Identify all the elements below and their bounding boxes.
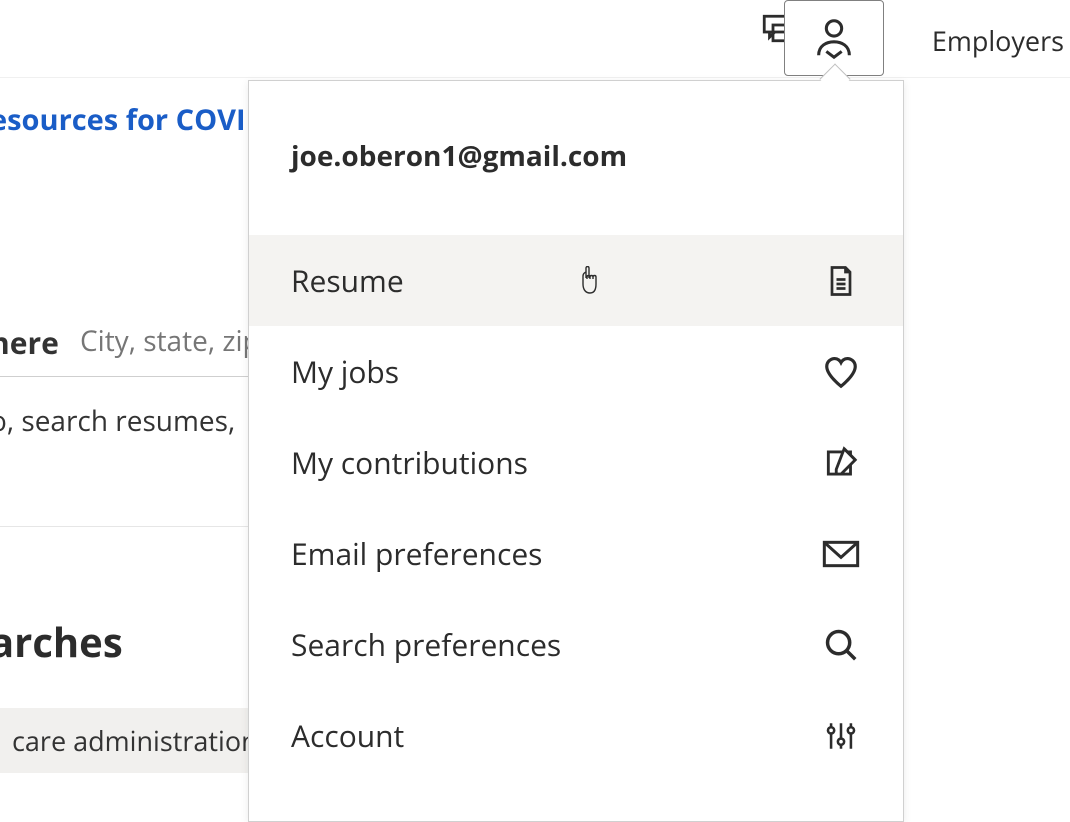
search-icon bbox=[821, 625, 861, 665]
menu-item-label: Search preferences bbox=[291, 624, 561, 665]
menu-item-email-preferences[interactable]: Email preferences bbox=[249, 508, 903, 599]
recent-search-chip[interactable]: care administration bbox=[0, 708, 280, 773]
profile-icon bbox=[811, 15, 857, 61]
heart-icon bbox=[821, 352, 861, 392]
document-icon bbox=[821, 261, 861, 301]
menu-item-label: Resume bbox=[291, 260, 404, 301]
covid-resources-link[interactable]: esources for COVID bbox=[0, 100, 267, 139]
menu-item-label: Account bbox=[291, 715, 404, 756]
sliders-icon bbox=[821, 716, 861, 756]
edit-note-icon bbox=[821, 443, 861, 483]
top-bar: Employers bbox=[0, 0, 1070, 78]
search-divider bbox=[0, 376, 270, 377]
menu-item-label: Email preferences bbox=[291, 533, 542, 574]
envelope-icon bbox=[821, 534, 861, 574]
menu-item-my-contributions[interactable]: My contributions bbox=[249, 417, 903, 508]
profile-dropdown: joe.oberon1@gmail.com Resume My jobs My … bbox=[248, 80, 904, 822]
menu-item-label: My jobs bbox=[291, 351, 399, 392]
menu-item-resume[interactable]: Resume bbox=[249, 235, 903, 326]
menu-item-account[interactable]: Account bbox=[249, 690, 903, 781]
employers-link[interactable]: Employers bbox=[932, 22, 1064, 59]
menu-item-label: My contributions bbox=[291, 442, 528, 483]
menu-item-search-preferences[interactable]: Search preferences bbox=[249, 599, 903, 690]
menu-item-my-jobs[interactable]: My jobs bbox=[249, 326, 903, 417]
search-resumes-text: o, search resumes, bbox=[0, 402, 235, 440]
where-field-placeholder[interactable]: City, state, zip bbox=[80, 322, 260, 360]
recent-searches-heading: arches bbox=[0, 614, 123, 669]
user-email: joe.oberon1@gmail.com bbox=[249, 81, 903, 235]
where-field-label: here bbox=[0, 322, 59, 363]
